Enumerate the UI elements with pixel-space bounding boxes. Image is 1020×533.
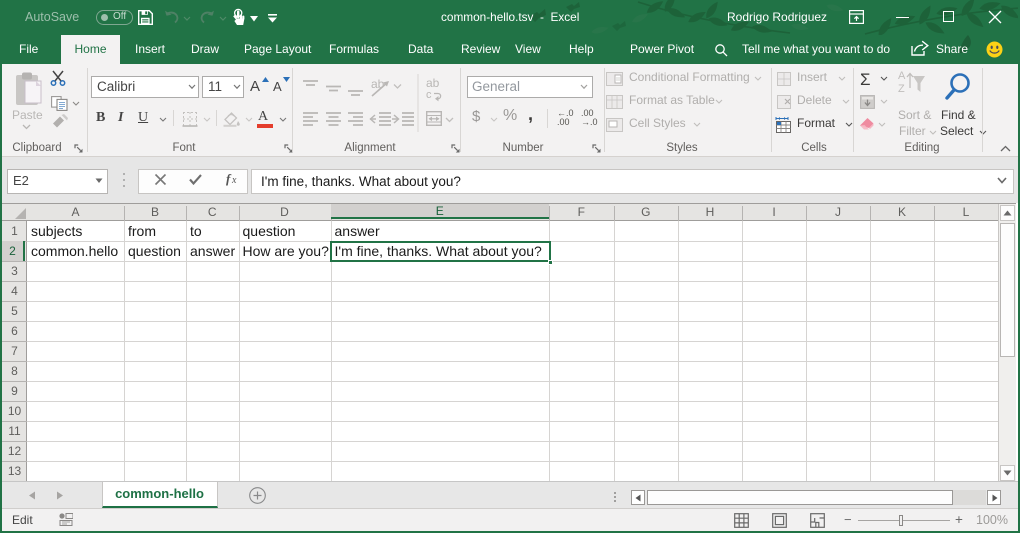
svg-text:c: c <box>426 89 432 101</box>
svg-text:A: A <box>898 70 906 82</box>
svg-text:Z: Z <box>898 83 905 95</box>
svg-text:ab: ab <box>371 77 385 91</box>
svg-text:ab: ab <box>426 76 440 90</box>
